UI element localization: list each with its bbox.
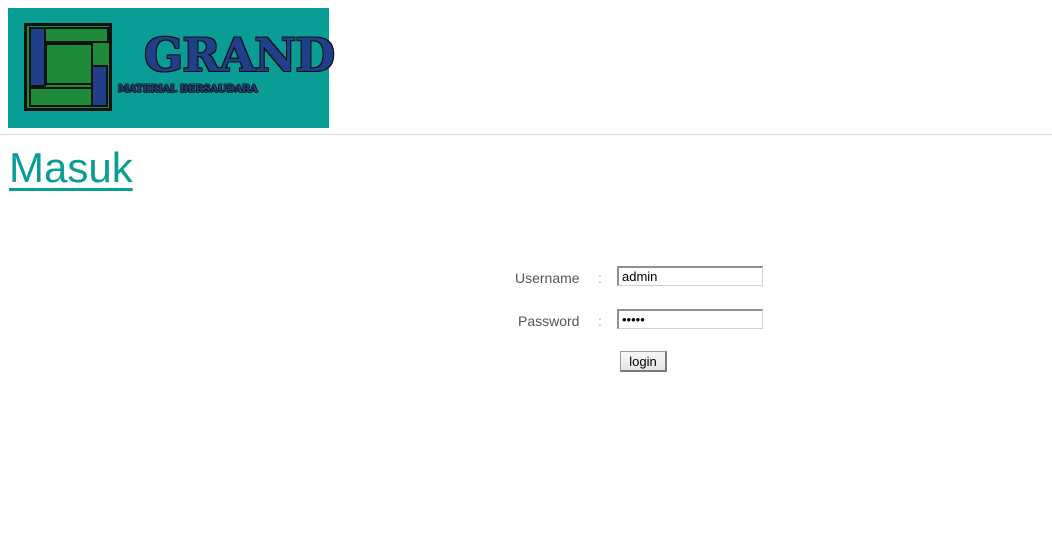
password-label: Password [518, 313, 580, 329]
username-input[interactable] [617, 266, 763, 286]
logo-title: GRAND [144, 28, 335, 82]
logo-subtitle: MATERIAL BERSAUDARA [118, 84, 258, 95]
username-separator: : [598, 270, 602, 286]
login-button[interactable]: login [620, 351, 667, 372]
site-header: GRAND MATERIAL BERSAUDARA [0, 0, 1052, 135]
page-title[interactable]: Masuk [9, 144, 133, 192]
password-input[interactable] [617, 309, 763, 329]
password-separator: : [598, 313, 602, 329]
username-label: Username [515, 270, 580, 286]
company-logo[interactable]: GRAND MATERIAL BERSAUDARA [8, 8, 335, 128]
